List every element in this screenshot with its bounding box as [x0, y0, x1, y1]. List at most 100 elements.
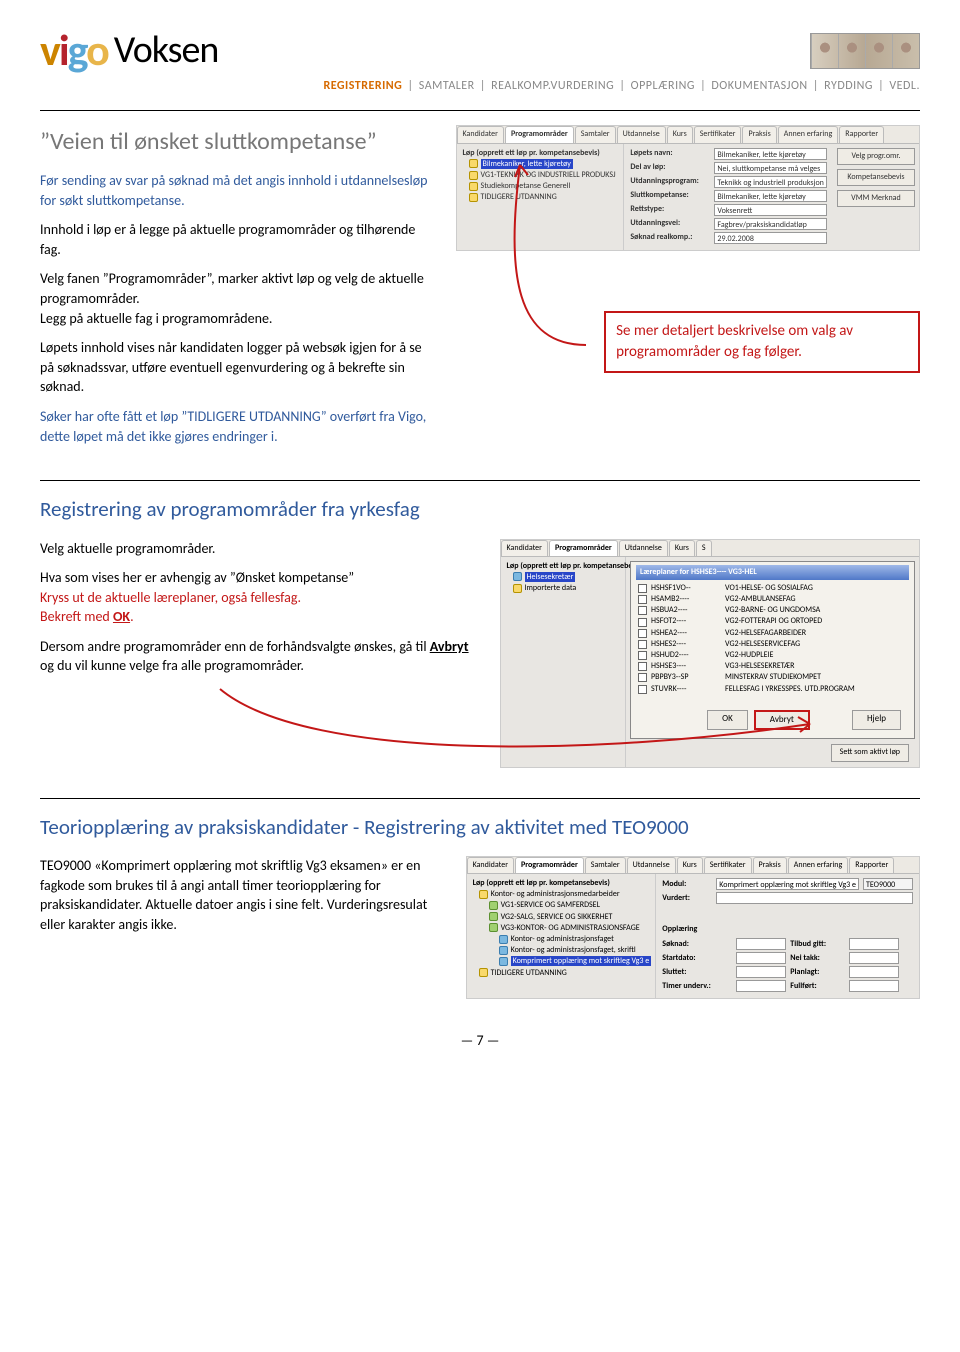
section3-title: Teoriopplæring av praksiskandidater - Re… [40, 813, 920, 842]
checkbox-icon[interactable] [638, 584, 647, 593]
list-row[interactable]: HSHSF1VO--VO1-HELSE- OG SOSIALFAG [636, 583, 909, 594]
checkbox-icon[interactable] [638, 640, 647, 649]
tree-node[interactable]: Helsesekretær [505, 572, 622, 583]
list-row[interactable]: HSFOT2----VG2-FOTTERAPI OG ORTOPED [636, 616, 909, 627]
tree-node[interactable]: Kontor- og administrasjonsfaget, skriftl [471, 945, 652, 956]
form-row: Søknad realkomp.:29.02.2008 [630, 232, 826, 244]
section2-p2: Hva som vises her er avhengig av ”Ønsket… [40, 568, 482, 627]
side-button[interactable]: Velg progr.omr. [837, 148, 915, 165]
list-row[interactable]: HSHUD2----VG2-HUDPLEIE [636, 650, 909, 661]
screenshot-2: KandidaterProgramområderUtdannelseKursS … [500, 539, 920, 768]
tab-kandidater[interactable]: Kandidater [457, 126, 504, 142]
list-row[interactable]: HSHSE3----VG3-HELSESEKRETÆR [636, 661, 909, 672]
tree-header: Løp (opprett ett løp pr. kompetansebevis… [461, 148, 620, 159]
tree-node[interactable]: Komprimert opplæring mot skriftleg Vg3 e [471, 956, 652, 967]
section2-p3: Dersom andre programområder enn de forhå… [40, 637, 482, 676]
tree-node[interactable]: Kontor- og administrasjonsmedarbeider [471, 889, 652, 900]
screenshot-3: KandidaterProgramområderSamtalerUtdannel… [466, 856, 920, 999]
list-row[interactable]: PBPBY3--SPMINSTEKRAV STUDIEKOMPET [636, 672, 909, 683]
form-row: Del av løp:Nei, sluttkompetanse må velge… [630, 162, 826, 174]
tree-node[interactable]: TIDLIGERE UTDANNING [471, 968, 652, 979]
form-row: Utdanningsvei:Fagbrev/praksiskandidatløp [630, 218, 826, 230]
tab-kurs[interactable]: Kurs [677, 857, 703, 873]
form-row: Timer underv.:Fullført: [662, 980, 913, 992]
tab-programområder[interactable]: Programområder [515, 857, 584, 873]
tree-node[interactable]: VG1-TEKNIKK OG INDUSTRIELL PRODUKSJ [461, 170, 620, 181]
section1-p5: Søker har ofte fått et løp ”TIDLIGERE UT… [40, 407, 438, 446]
tree-header-3: Løp (opprett ett løp pr. kompetansebevis… [471, 878, 652, 889]
nav-realkomp.vurdering[interactable]: REALKOMP.VURDERING [491, 79, 614, 93]
checkbox-icon[interactable] [638, 662, 647, 671]
tree-node[interactable]: Bilmekaniker, lette kjøretøy [461, 159, 620, 170]
list-row[interactable]: HSHEA2----VG2-HELSEFAGARBEIDER [636, 628, 909, 639]
tab-annen erfaring[interactable]: Annen erfaring [788, 857, 849, 873]
section1-p3: Velg fanen ”Programområder”, marker akti… [40, 269, 438, 328]
tab-s[interactable]: S [696, 540, 712, 556]
tab-kandidater[interactable]: Kandidater [467, 857, 514, 873]
list-row[interactable]: HSBUA2----VG2-BARNE- OG UNGDOMSA [636, 605, 909, 616]
section2-p1: Velg aktuelle programområder. [40, 539, 482, 559]
tab-programområder[interactable]: Programområder [549, 540, 618, 556]
tab-kandidater[interactable]: Kandidater [501, 540, 548, 556]
list-row[interactable]: HSHES2----VG2-HELSESERVICEFAG [636, 639, 909, 650]
photo-strip [810, 33, 920, 69]
checkbox-icon[interactable] [638, 629, 647, 638]
tab-utdannelse[interactable]: Utdannelse [619, 540, 668, 556]
screenshot-1: KandidaterProgramområderSamtalerUtdannel… [456, 125, 920, 250]
tree-node[interactable]: Importerte data [505, 583, 622, 594]
section1-p4: Løpets innhold vises når kandidaten logg… [40, 338, 438, 397]
form-row: Løpets navn:Bilmekaniker, lette kjøretøy [630, 148, 826, 160]
form-row: Utdanningsprogram:Teknikk og industriell… [630, 176, 826, 188]
tab-praksis[interactable]: Praksis [753, 857, 787, 873]
tab-programområder[interactable]: Programområder [505, 126, 574, 142]
nav-registrering[interactable]: REGISTRERING [323, 79, 402, 93]
nav-vedl.[interactable]: VEDL. [889, 79, 920, 93]
tree-node[interactable]: Studiekompetanse Generell [461, 181, 620, 192]
tab-kurs[interactable]: Kurs [667, 126, 693, 142]
form-row: Rettstype:Voksenrett [630, 204, 826, 216]
logo: vigo Voksen [40, 20, 218, 82]
tab-rapporter[interactable]: Rapporter [849, 857, 894, 873]
avbryt-button[interactable]: Avbryt [754, 710, 810, 731]
tree-node[interactable]: VG2-SALG, SERVICE OG SIKKERHET [471, 912, 652, 923]
list-row[interactable]: HSAMB2----VG2-AMBULANSEFAG [636, 594, 909, 605]
checkbox-icon[interactable] [638, 673, 647, 682]
tab-sertifikater[interactable]: Sertifikater [704, 857, 752, 873]
tree-node[interactable]: TIDLIGERE UTDANNING [461, 192, 620, 203]
nav-dokumentasjon[interactable]: DOKUMENTASJON [711, 79, 807, 93]
tree-node[interactable]: VG1-SERVICE OG SAMFERDSEL [471, 900, 652, 911]
tab-utdannelse[interactable]: Utdannelse [627, 857, 676, 873]
dialog-title: Læreplaner for HSHSE3---- VG3-HEL [636, 565, 909, 580]
nav-rydding[interactable]: RYDDING [824, 79, 873, 93]
checkbox-icon[interactable] [638, 651, 647, 660]
checkbox-icon[interactable] [638, 618, 647, 627]
logo-word: Voksen [114, 24, 219, 77]
checkbox-icon[interactable] [638, 606, 647, 615]
nav-samtaler[interactable]: SAMTALER [419, 79, 475, 93]
tab-praksis[interactable]: Praksis [742, 126, 776, 142]
hjelp-button[interactable]: Hjelp [852, 710, 901, 731]
side-button[interactable]: VMM Merknad [837, 190, 915, 207]
side-button[interactable]: Kompetansebevis [837, 169, 915, 186]
form-row: Modul:Komprimert opplæring mot skriftleg… [662, 878, 913, 890]
checkbox-icon[interactable] [638, 595, 647, 604]
tab-samtaler[interactable]: Samtaler [575, 126, 616, 142]
form-row: Vurdert: [662, 892, 913, 904]
tab-utdannelse[interactable]: Utdannelse [617, 126, 666, 142]
form-row: Søknad:Tilbud gitt: [662, 938, 913, 950]
list-row[interactable]: STUVRK----FELLESFAG I YRKESSPES. UTD.PRO… [636, 684, 909, 695]
tab-sertifikater[interactable]: Sertifikater [694, 126, 742, 142]
sett-aktivt-button[interactable]: Sett som aktivt løp [831, 744, 909, 761]
tab-kurs[interactable]: Kurs [669, 540, 695, 556]
checkbox-icon[interactable] [638, 685, 647, 694]
page-footer: — 7 — [40, 1031, 920, 1051]
section1-title: ”Veien til ønsket sluttkompetanse” [40, 125, 438, 159]
tree-node[interactable]: Kontor- og administrasjonsfaget [471, 934, 652, 945]
tab-annen erfaring[interactable]: Annen erfaring [778, 126, 839, 142]
tab-samtaler[interactable]: Samtaler [585, 857, 626, 873]
opplaering-label: Opplæring [662, 924, 913, 935]
tab-rapporter[interactable]: Rapporter [839, 126, 884, 142]
nav-opplæring[interactable]: OPPLÆRING [631, 79, 695, 93]
ok-button[interactable]: OK [707, 710, 748, 731]
tree-node[interactable]: VG3-KONTOR- OG ADMINISTRASJONSFAGE [471, 923, 652, 934]
